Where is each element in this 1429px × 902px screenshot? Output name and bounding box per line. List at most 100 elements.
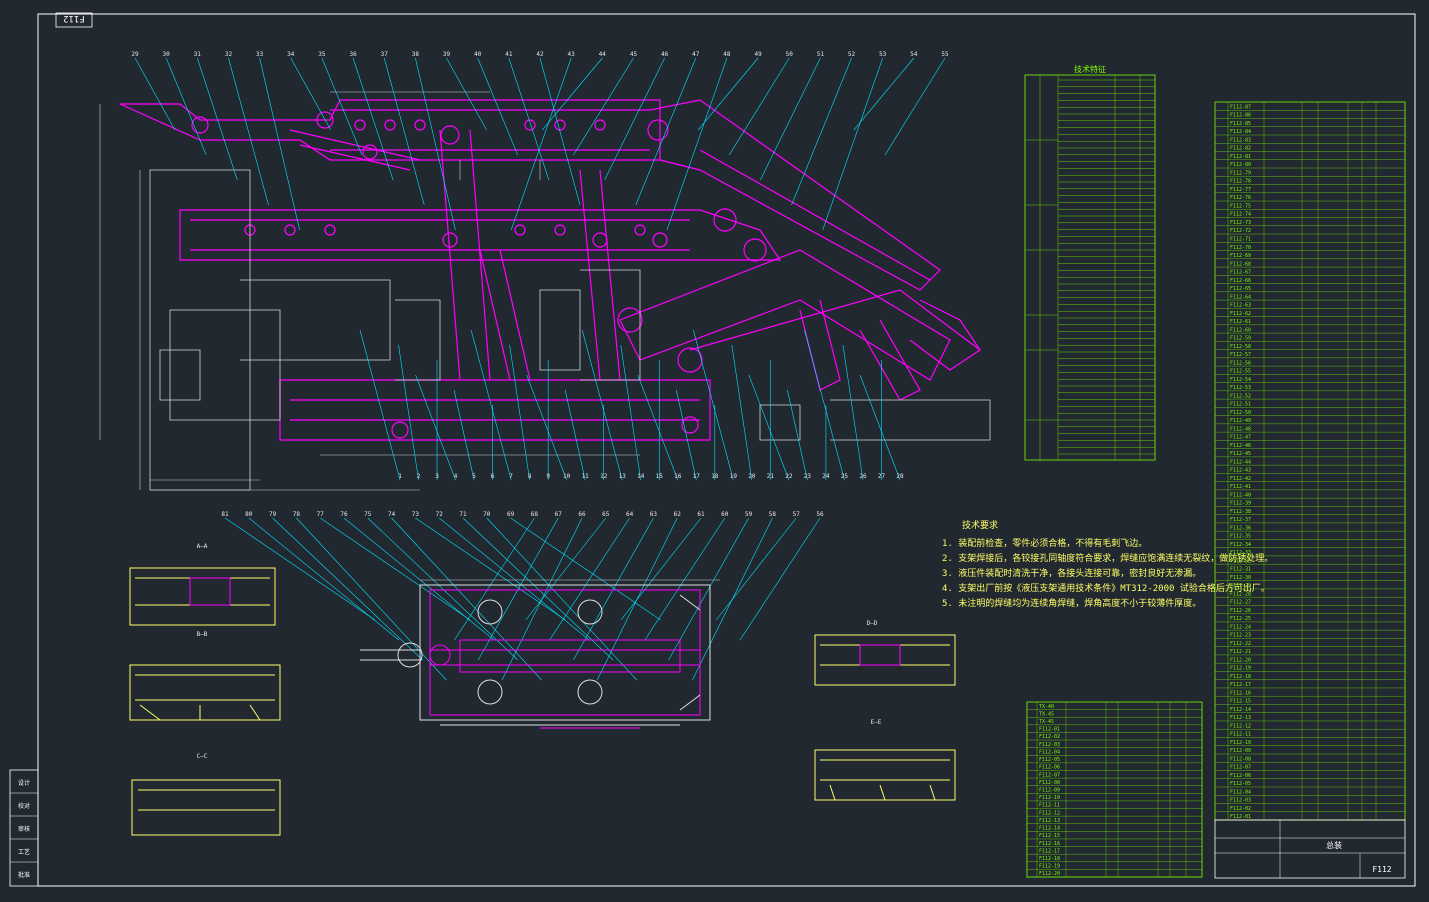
bom-right-code: F112-66 bbox=[1230, 278, 1251, 284]
callout-leader bbox=[760, 57, 821, 181]
callout-leader bbox=[884, 57, 946, 156]
callout-label: 23 bbox=[804, 473, 812, 480]
callout-leader bbox=[470, 329, 512, 481]
callout-leader bbox=[453, 389, 475, 481]
callout-leader bbox=[259, 57, 300, 231]
bom-mid-code: F112-13 bbox=[1039, 818, 1060, 824]
callout-leader bbox=[581, 329, 623, 481]
callout-leader bbox=[248, 517, 399, 641]
bom-right-code: F112-13 bbox=[1230, 715, 1251, 721]
bom-right-code: F112-39 bbox=[1230, 501, 1251, 507]
bom-right-code: F112-02 bbox=[1230, 806, 1251, 812]
bom-right-code: F112-18 bbox=[1230, 674, 1251, 680]
callout-label: 19 bbox=[730, 473, 738, 480]
bom-right-code: F112-42 bbox=[1230, 476, 1251, 482]
tech-req-line-1: 1. 装配前检查，零件必须合格，不得有毛刺飞边。 bbox=[942, 537, 1147, 549]
bom-right-code: F112-57 bbox=[1230, 352, 1251, 358]
bom-right-code: F112-54 bbox=[1230, 377, 1251, 383]
left-legend: 设计 校对 审核 工艺 批准 bbox=[9, 769, 39, 887]
callout-label: 18 bbox=[711, 473, 719, 480]
bom-mid-table: TX-40TX-45TX-45F112-01F112-02F112-03F112… bbox=[1026, 701, 1203, 878]
callout-leader bbox=[477, 57, 518, 156]
bom-right-code: F112-61 bbox=[1230, 319, 1251, 325]
callout-leader bbox=[383, 57, 425, 206]
callout-label: 55 bbox=[941, 51, 949, 58]
callout-leader bbox=[804, 329, 845, 481]
callout-label: 50 bbox=[786, 51, 794, 58]
callout-label: 66 bbox=[578, 511, 586, 518]
callout-leader bbox=[454, 517, 535, 641]
legend-row-5: 批准 bbox=[18, 871, 30, 879]
callout-label: 1 bbox=[398, 473, 402, 480]
section-views bbox=[129, 567, 956, 836]
callout-leader bbox=[367, 517, 519, 661]
callout-label: 7 bbox=[509, 473, 513, 480]
callout-label: 36 bbox=[349, 51, 357, 58]
bom-right-code: F112-78 bbox=[1230, 179, 1251, 185]
legend-row-3: 审核 bbox=[18, 825, 30, 833]
bom-right-code: F112-34 bbox=[1230, 542, 1251, 548]
bom-right-code: F112-01 bbox=[1230, 814, 1251, 820]
bom-right-code: F112-69 bbox=[1230, 253, 1251, 259]
bom-right-code: F112-37 bbox=[1230, 517, 1251, 523]
callout-leader bbox=[272, 517, 423, 661]
bom-right-code: F112-86 bbox=[1230, 113, 1251, 119]
callout-leader bbox=[539, 57, 581, 206]
callout-label: 34 bbox=[287, 51, 295, 58]
callout-leader bbox=[620, 344, 642, 481]
callout-label: 56 bbox=[816, 511, 824, 518]
bom-right-code: F112-09 bbox=[1230, 748, 1251, 754]
callout-label: 8 bbox=[528, 473, 532, 480]
callout-label: 61 bbox=[697, 511, 705, 518]
callout-leader bbox=[320, 517, 471, 621]
callout-leader bbox=[644, 517, 726, 641]
callout-label: 14 bbox=[637, 473, 645, 480]
legend-row-2: 校对 bbox=[18, 802, 30, 810]
callout-label: 17 bbox=[693, 473, 701, 480]
callout-leader bbox=[525, 517, 607, 621]
bom-right-code: F112-85 bbox=[1230, 121, 1251, 127]
bom-right-code: F112-11 bbox=[1230, 732, 1251, 738]
callout-label: 13 bbox=[619, 473, 627, 480]
callout-label: 24 bbox=[822, 473, 830, 480]
bom-right-table: F112-87 F112-86 F112-85 F112-84 F112-83 F112-… bbox=[1214, 101, 1406, 821]
bom-right-code: F112-12 bbox=[1230, 723, 1251, 729]
callout-label: 79 bbox=[269, 511, 277, 518]
bom-right-code: F112-05 bbox=[1230, 781, 1251, 787]
callout-label: 49 bbox=[754, 51, 762, 58]
bom-right-code: F112-43 bbox=[1230, 468, 1251, 474]
callout-label: 65 bbox=[602, 511, 610, 518]
assembly-drawing: F112 29 30 31 32 33 34 35 36 37 38 39 40… bbox=[9, 12, 1416, 887]
section-title-e: E—E bbox=[871, 719, 882, 726]
bom-right-code: F112-30 bbox=[1230, 575, 1251, 581]
callout-label: 57 bbox=[793, 511, 801, 518]
callout-label: 54 bbox=[910, 51, 918, 58]
callout-leader bbox=[620, 517, 702, 621]
callout-leader bbox=[508, 57, 550, 181]
callout-leader bbox=[635, 57, 697, 206]
bom-right-code: F112-50 bbox=[1230, 410, 1251, 416]
bom-right-code: F112-62 bbox=[1230, 311, 1251, 317]
bom-right-code: F112-64 bbox=[1230, 294, 1251, 300]
callout-label: 41 bbox=[505, 51, 513, 58]
bom-right-code: F112-40 bbox=[1230, 492, 1251, 498]
bom-right-code: F112-31 bbox=[1230, 567, 1251, 573]
drawing-canvas: F112 29 30 31 32 33 34 35 36 37 38 39 40… bbox=[0, 0, 1429, 898]
title-cell: 总装 bbox=[1326, 840, 1342, 850]
bom-right-code: F112-27 bbox=[1230, 600, 1251, 606]
bom-right-code: F112-25 bbox=[1230, 616, 1251, 622]
callout-leader bbox=[715, 517, 797, 621]
bom-mid-code: F112-07 bbox=[1039, 772, 1060, 778]
callout-label: 22 bbox=[785, 473, 793, 480]
bom-mid-code: F112-01 bbox=[1039, 727, 1060, 733]
callout-leader bbox=[859, 374, 901, 481]
bom-mid-code: F112-03 bbox=[1039, 742, 1060, 748]
bom-mid-code: F112-20 bbox=[1039, 871, 1060, 877]
callout-label: 74 bbox=[388, 511, 396, 518]
bom-right-code: F112-22 bbox=[1230, 641, 1251, 647]
callout-leader bbox=[477, 517, 559, 661]
main-elevation bbox=[119, 99, 981, 441]
callout-label: 25 bbox=[841, 473, 849, 480]
bom-right-code: F112-15 bbox=[1230, 699, 1251, 705]
bom-right-code: F112-80 bbox=[1230, 162, 1251, 168]
